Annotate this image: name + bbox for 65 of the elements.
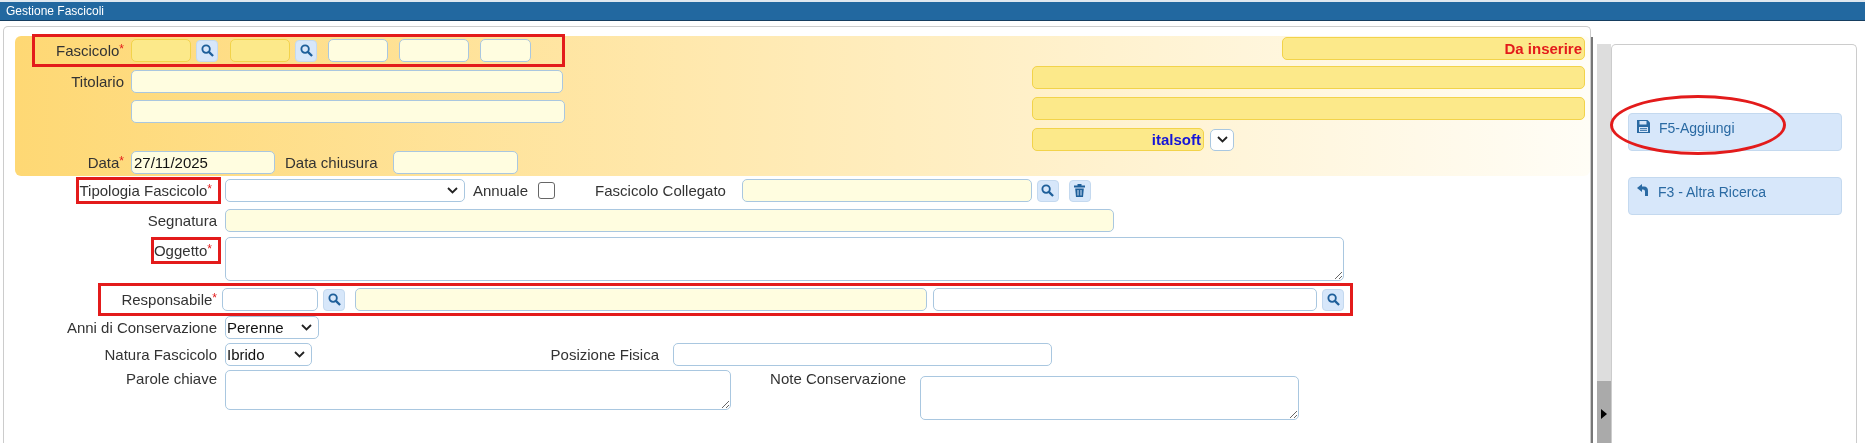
input-field[interactable] — [1032, 66, 1585, 89]
text-area[interactable] — [225, 370, 731, 410]
field-label: Titolario — [70, 73, 124, 90]
date-field[interactable] — [392, 151, 518, 174]
input-field[interactable] — [230, 39, 290, 62]
trash-icon — [1074, 184, 1086, 197]
input-field[interactable] — [222, 288, 318, 311]
dropdown[interactable] — [225, 179, 465, 202]
action-button[interactable]: F5-Aggiungi — [1628, 113, 1842, 151]
search-button[interactable] — [196, 39, 218, 62]
field-label: Parole chiave — [126, 370, 217, 387]
search-icon — [327, 293, 341, 306]
field-label: Natura Fascicolo — [104, 346, 217, 363]
field-label: Fascicolo Collegato — [595, 182, 726, 199]
input-field[interactable] — [933, 288, 1317, 311]
text-area[interactable] — [920, 376, 1299, 420]
date-field[interactable]: 27/11/2025 — [131, 151, 275, 174]
search-icon — [299, 44, 313, 57]
field-label: Posizione Fisica — [550, 346, 659, 363]
dropdown-button[interactable] — [1210, 128, 1234, 151]
collapse-handle[interactable] — [1597, 381, 1611, 443]
triangle-icon — [1601, 408, 1607, 419]
chevron-icon — [301, 324, 312, 331]
field-label: Responsabile* — [120, 291, 217, 308]
chevron-icon — [447, 187, 458, 194]
input-field[interactable] — [355, 288, 927, 311]
field-label: Data chiusura — [285, 154, 378, 171]
input-field[interactable] — [131, 39, 191, 62]
search-button[interactable] — [1036, 179, 1059, 202]
input-field[interactable] — [480, 39, 531, 62]
return-arrow-icon — [1637, 184, 1649, 196]
action-button[interactable]: F3 - Altra Ricerca — [1628, 177, 1842, 215]
input-field[interactable] — [225, 209, 1114, 232]
office-field[interactable]: italsoft — [1032, 128, 1204, 151]
search-button[interactable] — [1322, 288, 1344, 311]
field-label: Anni di Conservazione — [66, 319, 217, 336]
field-label: Data* — [86, 154, 124, 171]
dropdown[interactable]: Ibrido — [225, 343, 312, 366]
delete-button[interactable] — [1068, 179, 1091, 202]
input-field[interactable] — [328, 39, 388, 62]
status-field[interactable]: Da inserire — [1282, 37, 1585, 60]
chevron-icon — [1216, 136, 1228, 143]
input-field[interactable] — [1032, 97, 1585, 120]
field-label: Tipologia Fascicolo* — [79, 182, 212, 199]
search-button[interactable] — [323, 288, 345, 311]
text-area[interactable] — [225, 237, 1344, 281]
dropdown[interactable]: Perenne — [225, 316, 319, 339]
input-field[interactable] — [741, 179, 1032, 202]
checkbox[interactable] — [538, 182, 556, 199]
input-field[interactable] — [399, 39, 469, 62]
field-label: Segnatura — [147, 212, 217, 229]
field-label: Fascicolo* — [54, 42, 124, 59]
search-icon — [1041, 184, 1055, 197]
chevron-icon — [294, 351, 305, 358]
field-label: Annuale — [473, 182, 529, 199]
input-field[interactable] — [131, 70, 563, 93]
input-field[interactable] — [673, 343, 1052, 366]
field-label: Note Conservazione — [770, 370, 906, 387]
input-field[interactable] — [131, 100, 565, 123]
scrollbar[interactable] — [1591, 37, 1593, 443]
search-icon — [1326, 293, 1340, 306]
search-button[interactable] — [295, 39, 317, 62]
search-icon — [200, 44, 214, 57]
window-title: Gestione Fascicoli — [6, 4, 105, 18]
field-label: Oggetto* — [153, 242, 212, 259]
